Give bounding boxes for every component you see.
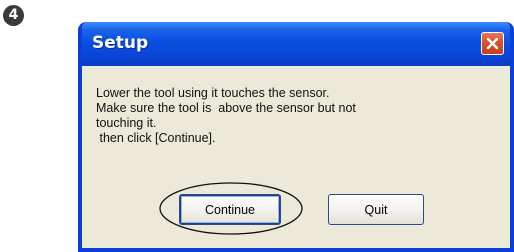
setup-dialog: Setup Lower the tool using it touches th… [78, 22, 514, 252]
page: 4 Setup Lower the tool using it touches … [0, 0, 514, 252]
close-x-icon [486, 37, 499, 50]
dialog-titlebar[interactable]: Setup [82, 22, 510, 66]
step-number-badge: 4 [3, 5, 24, 26]
message-line: Lower the tool using it touches the sens… [96, 86, 330, 100]
dialog-title: Setup [92, 33, 149, 53]
message-line: touching it. [96, 116, 157, 130]
message-line: then click [Continue]. [96, 131, 216, 145]
dialog-message: Lower the tool using it touches the sens… [96, 86, 496, 146]
close-button[interactable] [481, 32, 504, 55]
message-line: Make sure the tool is above the sensor b… [96, 101, 356, 115]
quit-button[interactable]: Quit [328, 194, 424, 225]
continue-button[interactable]: Continue [179, 194, 281, 225]
